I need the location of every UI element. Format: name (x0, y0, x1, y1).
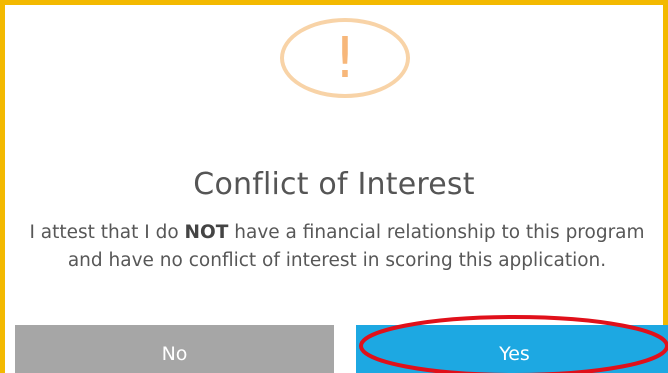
yes-button[interactable]: Yes (356, 325, 668, 373)
exclamation-warning-icon: ! (280, 18, 410, 98)
confirm-dialog: ! Conflict of Interest I attest that I d… (0, 0, 668, 373)
dialog-title: Conflict of Interest (193, 167, 475, 202)
message-text-before: I attest that I do (29, 222, 185, 243)
exclamation-glyph: ! (333, 26, 357, 91)
dialog-message: I attest that I do NOT have a financial … (13, 219, 661, 275)
message-emphasis: NOT (184, 222, 229, 243)
no-button[interactable]: No (15, 325, 334, 373)
